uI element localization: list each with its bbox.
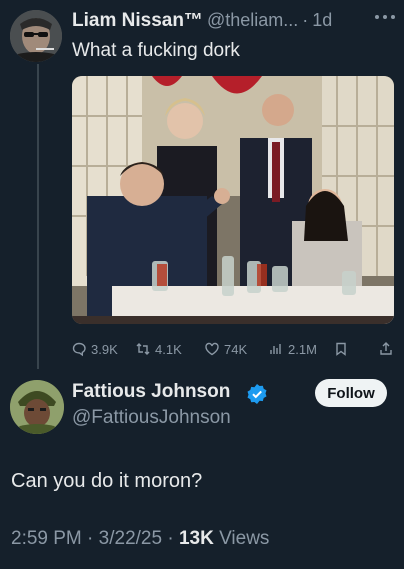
reply-button[interactable]: 3.9K: [71, 340, 118, 358]
follow-button[interactable]: Follow: [315, 379, 387, 407]
more-options-icon[interactable]: [372, 9, 398, 25]
separator: ·: [87, 528, 94, 549]
date[interactable]: 3/22/25: [99, 528, 162, 549]
tweet-photo[interactable]: [72, 76, 394, 324]
thread-connector-line: [37, 64, 39, 369]
like-count: 74K: [224, 341, 248, 357]
heart-icon: [205, 342, 219, 356]
timestamp[interactable]: 2:59 PM: [11, 528, 82, 549]
share-button[interactable]: [378, 340, 394, 358]
display-name[interactable]: Liam Nissan™: [72, 10, 203, 32]
analytics-icon: [270, 344, 281, 354]
views-label: Views: [219, 528, 270, 549]
avatar[interactable]: [10, 10, 62, 62]
separator: ·: [302, 10, 309, 30]
handle[interactable]: @FattiousJohnson: [72, 407, 231, 429]
reply-icon: [72, 342, 86, 357]
bookmark-button[interactable]: [333, 340, 349, 358]
tweet-text: Can you do it moron?: [11, 470, 203, 492]
display-name[interactable]: Fattious Johnson: [72, 381, 230, 403]
avatar[interactable]: [10, 380, 64, 434]
tweet-meta: 2:59 PM · 3/22/25 · 13K Views: [11, 528, 269, 550]
timestamp[interactable]: 1d: [312, 10, 332, 31]
views-count: 13K: [178, 528, 214, 549]
verified-badge-icon: [246, 383, 268, 405]
reply-count: 3.9K: [91, 341, 118, 357]
bookmark-icon: [336, 342, 346, 356]
share-icon: [380, 342, 392, 355]
views-button[interactable]: 2.1M: [268, 340, 317, 358]
handle[interactable]: @theliam...: [207, 10, 298, 31]
retweet-button[interactable]: 4.1K: [135, 340, 182, 358]
retweet-icon: [136, 343, 150, 355]
views-count: 2.1M: [288, 341, 317, 357]
retweet-count: 4.1K: [155, 341, 182, 357]
like-button[interactable]: 74K: [204, 340, 247, 358]
tweet-text: What a fucking dork: [72, 40, 240, 61]
separator: ·: [167, 528, 174, 549]
tweet-header: Liam Nissan™ @theliam... · 1d: [72, 10, 332, 32]
